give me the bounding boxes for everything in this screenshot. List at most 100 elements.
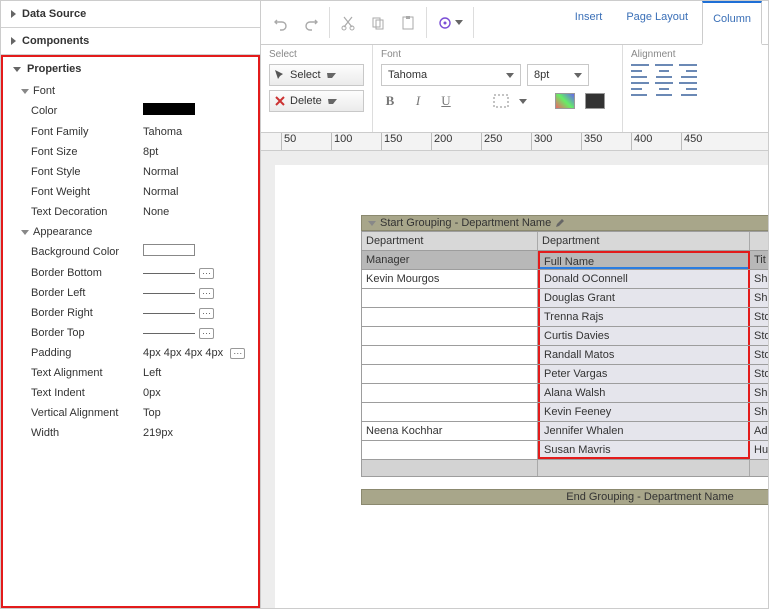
cell-extra[interactable]: Sto: [750, 327, 768, 345]
table-row[interactable]: Neena KochharJennifer WhalenAd: [362, 421, 768, 440]
group-font[interactable]: Font: [3, 81, 258, 99]
cell-fullname[interactable]: Susan Mavris: [538, 441, 750, 459]
prop-border-bottom[interactable]: Border Bottom⋯: [3, 263, 258, 283]
col-subheader[interactable]: Manager: [362, 251, 538, 269]
select-button[interactable]: Select: [269, 64, 364, 86]
prop-font-style[interactable]: Font StyleNormal: [3, 162, 258, 182]
col-header[interactable]: Department: [362, 232, 538, 250]
font-family-combo[interactable]: Tahoma: [381, 64, 521, 86]
design-canvas[interactable]: S Start Grouping - Department Name Depar…: [261, 151, 768, 608]
cell-extra[interactable]: Sh: [750, 270, 768, 288]
prop-font-family[interactable]: Font FamilyTahoma: [3, 122, 258, 142]
group-appearance[interactable]: Appearance: [3, 222, 258, 240]
font-size-combo[interactable]: 8pt: [527, 64, 589, 86]
table-row[interactable]: Alana WalshSh: [362, 383, 768, 402]
delete-button[interactable]: Delete: [269, 90, 364, 112]
align-right-button[interactable]: [679, 82, 697, 96]
cell-fullname[interactable]: Alana Walsh: [538, 384, 750, 402]
table-row[interactable]: Trenna RajsSto: [362, 307, 768, 326]
target-button[interactable]: [431, 1, 469, 44]
align-center-button[interactable]: [655, 82, 673, 96]
border-dropdown[interactable]: [519, 99, 527, 104]
cell-fullname[interactable]: Kevin Feeney: [538, 403, 750, 421]
prop-width[interactable]: Width219px: [3, 423, 258, 443]
underline-button[interactable]: U: [437, 92, 455, 110]
table-row[interactable]: Douglas GrantSh: [362, 288, 768, 307]
col-subheader-selected[interactable]: Full Name: [538, 251, 750, 269]
cell-manager[interactable]: [362, 403, 538, 421]
cell-fullname[interactable]: Trenna Rajs: [538, 308, 750, 326]
cell-fullname[interactable]: Jennifer Whalen: [538, 422, 750, 440]
redo-button[interactable]: [297, 1, 325, 44]
prop-border-top[interactable]: Border Top⋯: [3, 323, 258, 343]
cell-manager[interactable]: [362, 289, 538, 307]
cell-manager[interactable]: Kevin Mourgos: [362, 270, 538, 288]
report-page[interactable]: S Start Grouping - Department Name Depar…: [275, 165, 768, 608]
align-middle-button[interactable]: [655, 64, 673, 78]
border-icon[interactable]: [493, 94, 509, 108]
undo-button[interactable]: [267, 1, 295, 44]
table-row[interactable]: Curtis DaviesSto: [362, 326, 768, 345]
table-row[interactable]: Randall MatosSto: [362, 345, 768, 364]
col-header[interactable]: Department: [538, 232, 750, 250]
prop-color[interactable]: Color: [3, 99, 258, 122]
cell-manager[interactable]: [362, 441, 538, 459]
prop-border-left[interactable]: Border Left⋯: [3, 283, 258, 303]
tab-column[interactable]: Column: [702, 1, 762, 45]
cell-manager[interactable]: [362, 308, 538, 326]
prop-text-decoration[interactable]: Text DecorationNone: [3, 202, 258, 222]
align-bottom-button[interactable]: [679, 64, 697, 78]
panel-properties-header[interactable]: Properties: [3, 57, 258, 81]
cell-extra[interactable]: Hu: [750, 441, 768, 459]
prop-font-size[interactable]: Font Size8pt: [3, 142, 258, 162]
tab-insert[interactable]: Insert: [565, 1, 613, 44]
cell-manager[interactable]: [362, 384, 538, 402]
font-color-button[interactable]: [585, 93, 605, 109]
cell-fullname[interactable]: Donald OConnell: [538, 270, 750, 288]
fill-color-button[interactable]: [555, 93, 575, 109]
tab-page-layout[interactable]: Page Layout: [616, 1, 698, 44]
ellipsis-icon[interactable]: ⋯: [199, 288, 214, 299]
align-left-button[interactable]: [631, 82, 649, 96]
cell-extra[interactable]: Sh: [750, 384, 768, 402]
table-row[interactable]: Kevin FeeneySh: [362, 402, 768, 421]
ellipsis-icon[interactable]: ⋯: [230, 348, 245, 359]
panel-data-source[interactable]: Data Source: [1, 1, 260, 28]
cell-fullname[interactable]: Douglas Grant: [538, 289, 750, 307]
prop-text-alignment[interactable]: Text AlignmentLeft: [3, 363, 258, 383]
cell-extra[interactable]: Ad: [750, 422, 768, 440]
cell-manager[interactable]: [362, 327, 538, 345]
prop-font-weight[interactable]: Font WeightNormal: [3, 182, 258, 202]
cell-manager[interactable]: [362, 365, 538, 383]
ellipsis-icon[interactable]: ⋯: [199, 328, 214, 339]
table-row[interactable]: Kevin MourgosDonald OConnellSh: [362, 269, 768, 288]
col-header[interactable]: [750, 232, 768, 250]
paste-button[interactable]: [394, 1, 422, 44]
cell-extra[interactable]: Sh: [750, 403, 768, 421]
col-subheader[interactable]: Tit: [750, 251, 768, 269]
cell-manager[interactable]: [362, 346, 538, 364]
cell-extra[interactable]: Sh: [750, 289, 768, 307]
copy-button[interactable]: [364, 1, 392, 44]
cell-fullname[interactable]: Peter Vargas: [538, 365, 750, 383]
italic-button[interactable]: I: [409, 92, 427, 110]
cell-extra[interactable]: Sto: [750, 308, 768, 326]
start-group-bar[interactable]: Start Grouping - Department Name: [361, 215, 768, 231]
ellipsis-icon[interactable]: ⋯: [199, 308, 214, 319]
pencil-icon[interactable]: [555, 218, 565, 228]
prop-border-right[interactable]: Border Right⋯: [3, 303, 258, 323]
cut-button[interactable]: [334, 1, 362, 44]
ellipsis-icon[interactable]: ⋯: [199, 268, 214, 279]
bold-button[interactable]: B: [381, 92, 399, 110]
cell-extra[interactable]: Sto: [750, 346, 768, 364]
panel-components[interactable]: Components: [1, 28, 260, 55]
prop-vertical-alignment[interactable]: Vertical AlignmentTop: [3, 403, 258, 423]
align-top-button[interactable]: [631, 64, 649, 78]
cell-extra[interactable]: Sto: [750, 365, 768, 383]
cell-manager[interactable]: Neena Kochhar: [362, 422, 538, 440]
prop-text-indent[interactable]: Text Indent0px: [3, 383, 258, 403]
end-group-bar[interactable]: End Grouping - Department Name: [361, 489, 768, 505]
cell-fullname[interactable]: Randall Matos: [538, 346, 750, 364]
prop-bg-color[interactable]: Background Color: [3, 240, 258, 263]
table-row[interactable]: Susan MavrisHu: [362, 440, 768, 459]
